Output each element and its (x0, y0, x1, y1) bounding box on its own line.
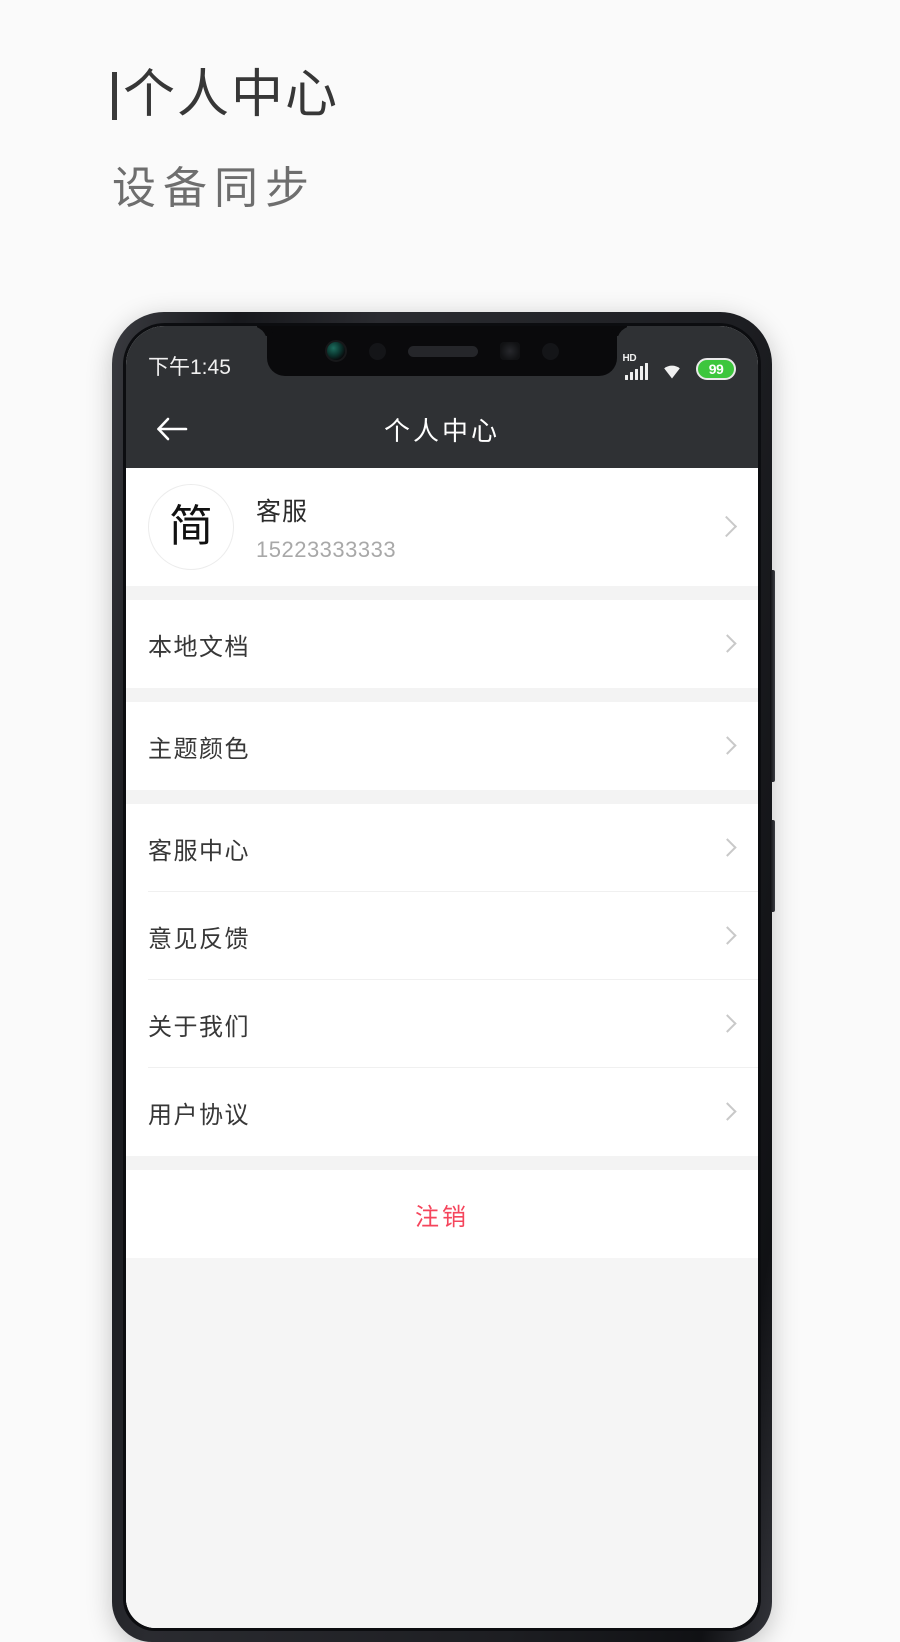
menu-item-user-agreement[interactable]: 用户协议 (126, 1068, 758, 1156)
light-sensor-icon (500, 342, 520, 360)
logout-button[interactable]: 注销 (126, 1170, 758, 1258)
section-gap (126, 586, 758, 600)
profile-card: 简 客服 15223333333 (126, 468, 758, 586)
secondary-sensor-icon (542, 342, 559, 360)
menu-item-label: 关于我们 (148, 1013, 250, 1041)
menu-item-feedback[interactable]: 意见反馈 (126, 892, 758, 980)
wifi-icon (659, 356, 685, 380)
status-icons: HD 99 (622, 353, 736, 381)
menu-group-theme: 主题颜色 (126, 702, 758, 790)
chevron-right-icon (718, 513, 734, 541)
phone-device-frame: 下午1:45 HD 99 个人中心 简 客服 15223333333 本地文档 … (112, 312, 775, 1642)
page-title-text: 个人中心 (123, 66, 340, 124)
menu-item-label: 客服中心 (148, 837, 250, 865)
app-bar: 个人中心 (126, 390, 758, 468)
content-filler (126, 1258, 758, 1628)
menu-item-label: 用户协议 (148, 1101, 250, 1129)
menu-item-label: 主题颜色 (148, 735, 250, 763)
chevron-right-icon (720, 924, 734, 948)
signal-bars-icon: HD (622, 353, 648, 380)
chevron-right-icon (720, 1012, 734, 1036)
menu-item-local-docs[interactable]: 本地文档 (126, 600, 758, 688)
profile-text: 客服 15223333333 (256, 492, 718, 563)
power-button[interactable] (770, 570, 775, 782)
status-time: 下午1:45 (148, 356, 231, 379)
profile-phone: 15223333333 (256, 536, 397, 562)
back-arrow-icon[interactable] (152, 409, 192, 449)
volume-button[interactable] (770, 820, 775, 912)
app-bar-title: 个人中心 (383, 415, 500, 446)
menu-item-customer-service[interactable]: 客服中心 (126, 804, 758, 892)
battery-level-text: 99 (708, 361, 724, 377)
menu-item-label: 本地文档 (148, 633, 250, 661)
section-gap (126, 1156, 758, 1170)
page-subtitle: 设备同步 (112, 163, 316, 213)
settings-content: 简 客服 15223333333 本地文档 主题颜色 客服中心 意见反馈 关于我… (126, 468, 758, 1628)
avatar: 简 (148, 484, 234, 570)
menu-item-about-us[interactable]: 关于我们 (126, 980, 758, 1068)
proximity-sensor-icon (369, 342, 386, 360)
phone-notch (267, 326, 617, 376)
earpiece-speaker-icon (408, 345, 478, 357)
title-accent-bar (112, 71, 117, 120)
logout-label: 注销 (415, 1203, 469, 1231)
avatar-text: 简 (169, 502, 213, 551)
chevron-right-icon (720, 1100, 734, 1124)
section-gap (126, 790, 758, 804)
menu-group-local: 本地文档 (126, 600, 758, 688)
chevron-right-icon (720, 632, 734, 656)
battery-icon: 99 (696, 358, 736, 380)
page-heading: 个人中心 设备同步 (112, 66, 339, 216)
phone-bezel: 下午1:45 HD 99 个人中心 简 客服 15223333333 本地文档 … (123, 323, 761, 1631)
chevron-right-icon (720, 836, 734, 860)
menu-item-label: 意见反馈 (148, 925, 250, 953)
profile-row[interactable]: 简 客服 15223333333 (126, 468, 758, 586)
profile-name: 客服 (256, 497, 309, 526)
chevron-right-icon (720, 734, 734, 758)
hd-label: HD (622, 353, 637, 364)
phone-screen: 下午1:45 HD 99 个人中心 简 客服 15223333333 本地文档 … (126, 326, 758, 1628)
section-gap (126, 688, 758, 702)
menu-item-theme-color[interactable]: 主题颜色 (126, 702, 758, 790)
page-title: 个人中心 (112, 66, 339, 126)
front-camera-icon (325, 340, 347, 362)
signal-bars-glyph (624, 363, 648, 380)
menu-group-support: 客服中心 意见反馈 关于我们 用户协议 (126, 804, 758, 1156)
